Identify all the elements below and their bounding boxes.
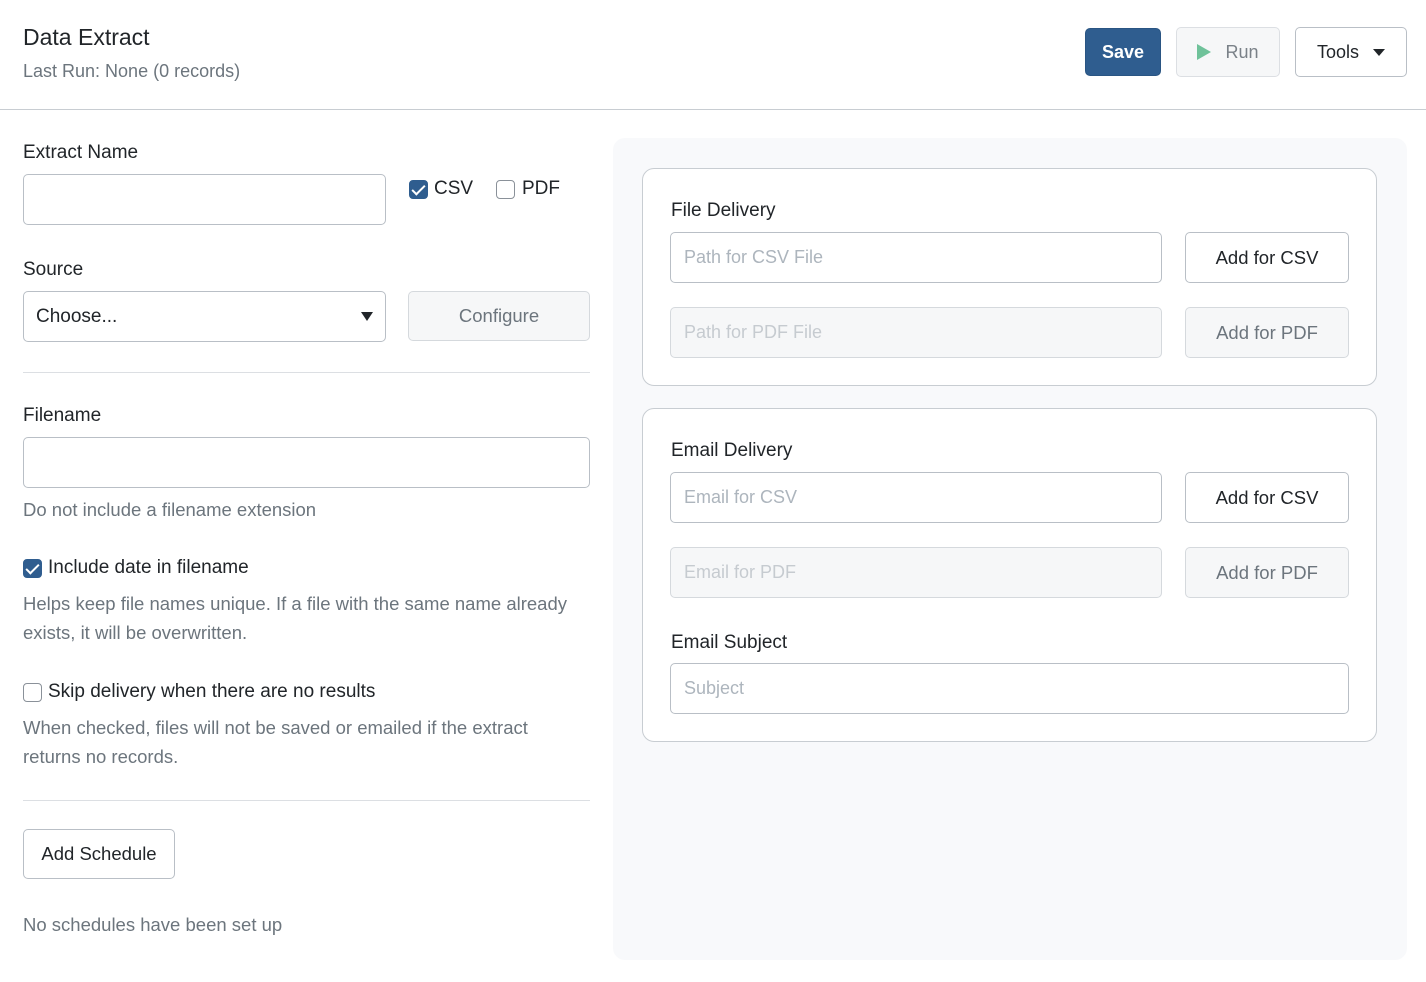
- filename-label: Filename: [23, 405, 102, 426]
- pdf-checkbox-label: PDF: [522, 178, 560, 199]
- add-csv-path-button[interactable]: Add for CSV: [1185, 232, 1349, 283]
- section-divider: [23, 800, 590, 801]
- extract-name-label: Extract Name: [23, 142, 139, 163]
- pdf-checkbox[interactable]: [496, 180, 515, 199]
- caret-down-icon: [361, 312, 373, 321]
- last-run-status: Last Run: None (0 records): [23, 61, 241, 81]
- email-delivery-title: Email Delivery: [671, 440, 793, 461]
- no-schedules-text: No schedules have been set up: [23, 914, 283, 935]
- tools-dropdown-button[interactable]: Tools: [1295, 27, 1407, 77]
- pdf-email-input[interactable]: Email for PDF: [670, 547, 1162, 598]
- csv-checkbox[interactable]: [409, 180, 428, 199]
- email-subject-label: Email Subject: [671, 632, 788, 653]
- csv-checkbox-label: CSV: [434, 178, 474, 199]
- page-title: Data Extract: [23, 24, 150, 50]
- run-button[interactable]: Run: [1176, 27, 1280, 77]
- include-date-help-text: Helps keep file names unique. If a file …: [23, 593, 567, 643]
- filename-input[interactable]: [23, 437, 590, 488]
- csv-path-input[interactable]: Path for CSV File: [670, 232, 1162, 283]
- play-icon: [1197, 44, 1212, 60]
- skip-delivery-help-text: When checked, files will not be saved or…: [23, 717, 528, 767]
- include-date-label: Include date in filename: [48, 557, 249, 578]
- configure-button[interactable]: Configure: [408, 291, 590, 341]
- tools-button-label: Tools: [1316, 41, 1360, 62]
- skip-delivery-label: Skip delivery when there are no results: [48, 681, 376, 702]
- caret-down-icon: [1373, 48, 1386, 56]
- source-label: Source: [23, 259, 84, 280]
- pdf-path-input[interactable]: Path for PDF File: [670, 307, 1162, 358]
- file-delivery-title: File Delivery: [671, 200, 776, 221]
- csv-email-input[interactable]: Email for CSV: [670, 472, 1162, 523]
- save-button[interactable]: Save: [1085, 28, 1161, 76]
- add-pdf-path-button[interactable]: Add for PDF: [1185, 307, 1349, 358]
- add-schedule-button[interactable]: Add Schedule: [23, 829, 175, 879]
- filename-help-text: Do not include a filename extension: [23, 499, 317, 520]
- source-select[interactable]: Choose...: [23, 291, 386, 342]
- run-button-label: Run: [1225, 41, 1259, 62]
- add-pdf-email-button[interactable]: Add for PDF: [1185, 547, 1349, 598]
- source-selected-value: Choose...: [36, 305, 118, 327]
- skip-delivery-checkbox[interactable]: [23, 683, 42, 702]
- extract-name-input[interactable]: [23, 174, 386, 225]
- email-subject-input[interactable]: Subject: [670, 663, 1349, 714]
- include-date-checkbox[interactable]: [23, 559, 42, 578]
- section-divider: [23, 372, 590, 373]
- add-csv-email-button[interactable]: Add for CSV: [1185, 472, 1349, 523]
- page-header: Data Extract Last Run: None (0 records) …: [0, 0, 1426, 110]
